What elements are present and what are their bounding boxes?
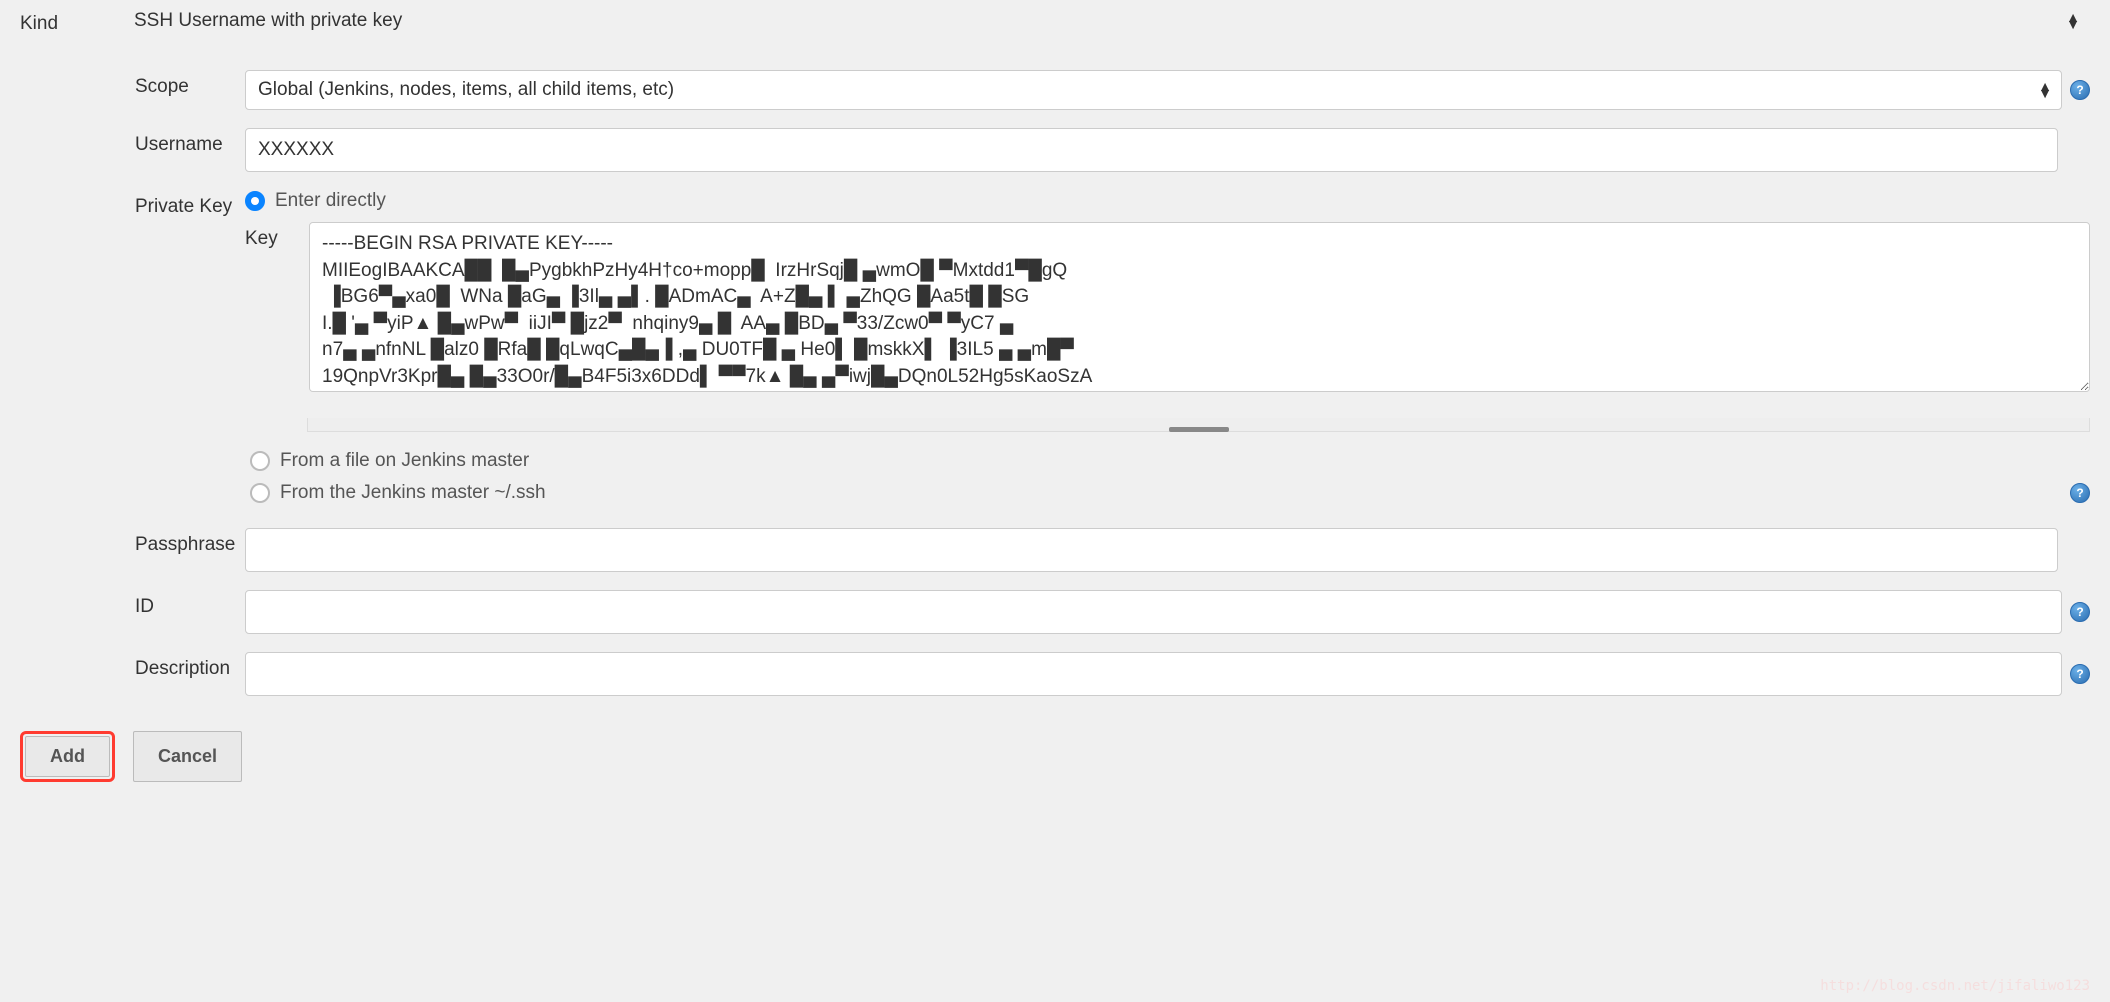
radio-from-ssh[interactable] <box>250 483 270 503</box>
description-input[interactable] <box>245 652 2062 696</box>
username-input[interactable] <box>245 128 2058 172</box>
help-icon[interactable]: ? <box>2070 80 2090 100</box>
id-input[interactable] <box>245 590 2062 634</box>
cancel-button[interactable]: Cancel <box>133 731 242 782</box>
key-textarea[interactable] <box>309 222 2090 392</box>
help-icon[interactable]: ? <box>2070 602 2090 622</box>
resize-separator[interactable] <box>307 418 2090 432</box>
radio-enter-directly-label: Enter directly <box>275 190 386 212</box>
passphrase-input[interactable] <box>245 528 2058 572</box>
scope-select[interactable]: Global (Jenkins, nodes, items, all child… <box>245 70 2062 110</box>
radio-from-file-label: From a file on Jenkins master <box>280 450 529 472</box>
scope-select-value: Global (Jenkins, nodes, items, all child… <box>245 70 2062 110</box>
watermark-text: http://blog.csdn.net/jifaliwo123 <box>1820 978 2090 994</box>
private-key-label: Private Key <box>135 190 245 218</box>
username-label: Username <box>135 128 245 156</box>
id-label: ID <box>135 590 245 618</box>
radio-from-ssh-label: From the Jenkins master ~/.ssh <box>280 482 546 504</box>
passphrase-label: Passphrase <box>135 528 245 556</box>
key-label: Key <box>245 222 297 250</box>
radio-enter-directly[interactable] <box>245 191 265 211</box>
add-button[interactable]: Add <box>25 736 110 777</box>
radio-from-file[interactable] <box>250 451 270 471</box>
kind-label: Kind <box>20 7 130 35</box>
description-label: Description <box>135 652 245 680</box>
help-icon[interactable]: ? <box>2070 483 2090 503</box>
add-button-highlight: Add <box>20 731 115 782</box>
kind-select-value: SSH Username with private key <box>130 2 2090 40</box>
help-icon[interactable]: ? <box>2070 664 2090 684</box>
scope-label: Scope <box>135 70 245 98</box>
kind-select[interactable]: SSH Username with private key ▲▼ <box>130 2 2090 40</box>
